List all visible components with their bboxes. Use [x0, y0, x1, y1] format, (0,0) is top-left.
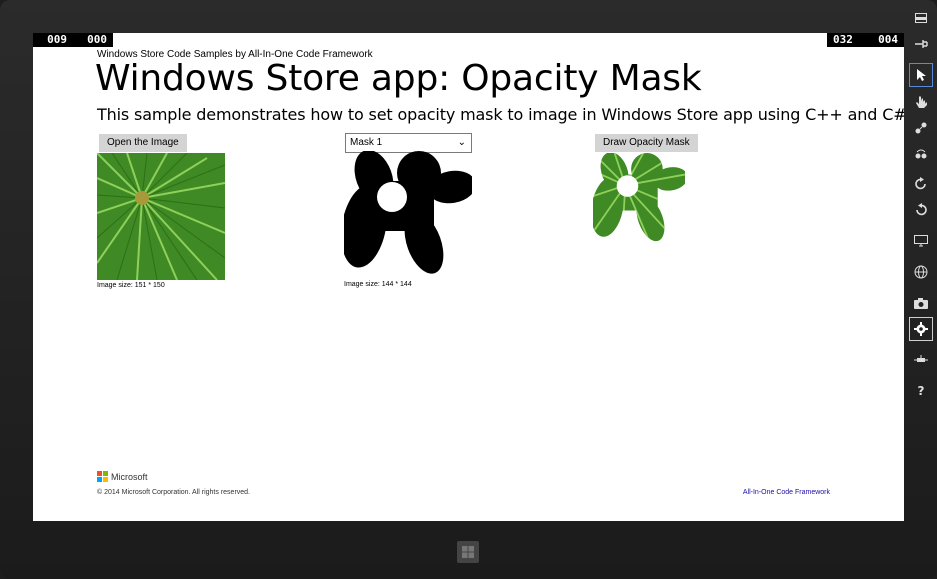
counter-right-a: 032 — [833, 33, 853, 46]
counter-left-a: 009 — [47, 33, 67, 46]
rotate-clockwise-icon[interactable] — [909, 172, 933, 196]
microsoft-logo: Microsoft — [97, 471, 148, 482]
settings-icon[interactable] — [909, 317, 933, 341]
simulator-toolbar: ? — [907, 4, 935, 576]
windows-logo-icon — [97, 471, 108, 482]
frame-counter-right: 032 004 — [827, 33, 904, 47]
counter-right-b: 004 — [878, 33, 898, 46]
mask-select[interactable]: Mask 1 ⌄ — [345, 133, 472, 153]
microsoft-logo-text: Microsoft — [111, 471, 148, 482]
pinch-icon[interactable] — [909, 116, 933, 140]
copyright-text: © 2014 Microsoft Corporation. All rights… — [97, 489, 251, 496]
mask-select-value: Mask 1 — [350, 137, 383, 148]
simulator-frame: 009 000 032 004 Windows Store Code Sampl… — [0, 0, 937, 579]
page-title: Windows Store app: Opacity Mask — [95, 58, 702, 99]
image-size-caption: Image size: 151 * 150 — [97, 282, 165, 289]
mask-size-caption: Image size: 144 * 144 — [344, 281, 412, 288]
pointer-icon[interactable] — [909, 63, 933, 87]
windows-logo-button-icon — [462, 546, 474, 558]
pin-icon[interactable] — [909, 32, 933, 56]
hand-icon[interactable] — [909, 90, 933, 114]
all-in-one-code-framework-link[interactable]: All-In-One Code Framework — [743, 489, 830, 496]
open-image-button[interactable]: Open the Image — [99, 134, 187, 152]
rotate-counterclockwise-icon[interactable] — [909, 198, 933, 222]
help-icon[interactable]: ? — [909, 379, 933, 403]
counter-left-b: 000 — [87, 33, 107, 46]
minimize-icon[interactable] — [909, 6, 933, 30]
mask-image — [341, 149, 476, 279]
chevron-down-icon: ⌄ — [457, 137, 466, 148]
source-image — [96, 152, 226, 281]
network-icon[interactable] — [909, 348, 933, 372]
camera-icon[interactable] — [909, 291, 933, 315]
masked-result-image — [592, 152, 686, 245]
rotate-gesture-icon[interactable] — [909, 142, 933, 166]
page-description: This sample demonstrates how to set opac… — [97, 105, 904, 124]
resolution-icon[interactable] — [909, 229, 933, 253]
draw-opacity-mask-button[interactable]: Draw Opacity Mask — [595, 134, 698, 152]
frame-counter-left: 009 000 — [33, 33, 113, 47]
app-screen: 009 000 032 004 Windows Store Code Sampl… — [33, 33, 904, 521]
windows-button[interactable] — [457, 541, 479, 563]
globe-icon[interactable] — [909, 260, 933, 284]
